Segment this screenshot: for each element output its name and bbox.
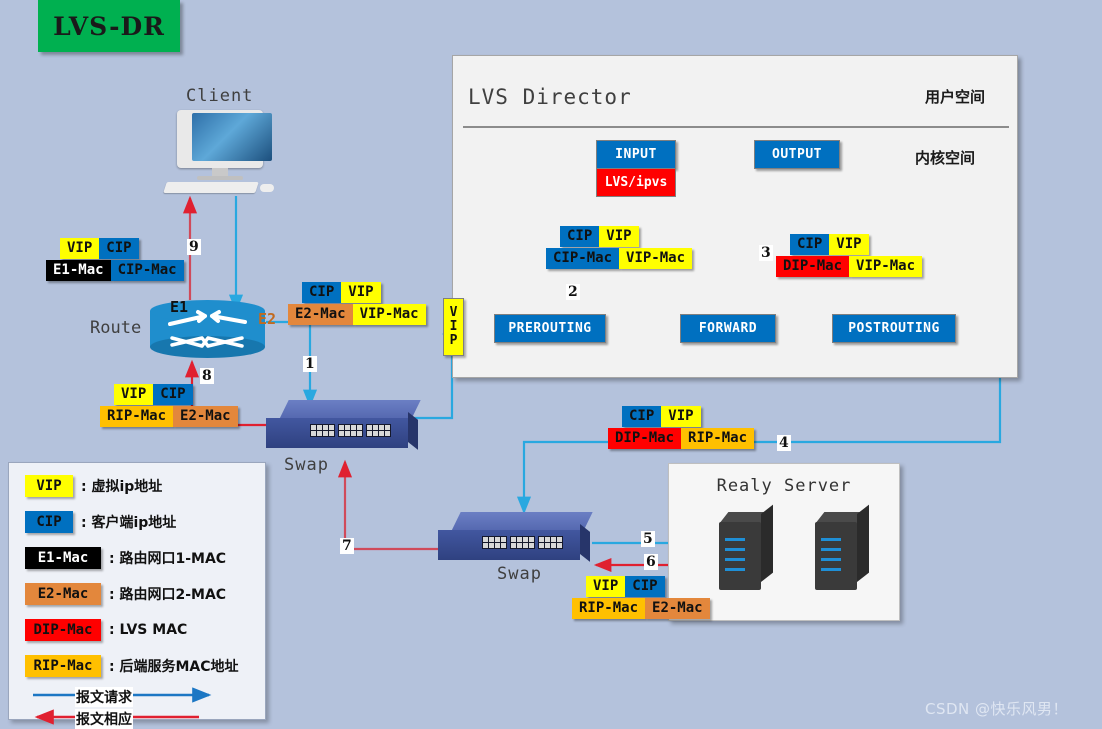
netfilter-postrouting-box[interactable]: POSTROUTING [832, 314, 956, 343]
legend-chip-e1mac: E1-Mac [25, 547, 101, 569]
packet-ip-dst: CIP [153, 384, 193, 405]
switch-2-label: Swap [497, 564, 542, 584]
packet-ip-dst: VIP [599, 226, 639, 247]
step-number-6: 6 [644, 554, 658, 570]
packet-mac-dst: VIP-Mac [849, 256, 923, 277]
step-number-5: 5 [641, 531, 655, 547]
legend-chip-cip: CIP [25, 511, 73, 533]
page-title: LVS-DR [38, 0, 180, 52]
lvs-ipvs-box[interactable]: LVS/ipvs [596, 169, 676, 197]
netfilter-prerouting-box[interactable]: PREROUTING [494, 314, 606, 343]
legend-request-label: 报文请求 [75, 687, 133, 707]
router-interface-e2-label: E2 [258, 310, 277, 328]
legend-chip-ripmac: RIP-Mac [25, 655, 101, 677]
legend-desc-ripmac: : 后端服务MAC地址 [109, 659, 239, 675]
switch-1-icon [266, 400, 421, 452]
netfilter-input-box[interactable]: INPUT [596, 140, 676, 169]
vip-interface-chip: V I P [443, 298, 464, 356]
switch-2-icon [438, 512, 593, 564]
legend-item-vip: VIP : 虚拟ip地址 [25, 475, 162, 497]
router-icon [150, 300, 265, 358]
user-space-label: 用户空间 [925, 88, 986, 106]
legend-item-ripmac: RIP-Mac : 后端服务MAC地址 [25, 655, 239, 677]
legend-item-e1mac: E1-Mac : 路由网口1-MAC [25, 547, 226, 569]
netfilter-output-box[interactable]: OUTPUT [754, 140, 840, 169]
router-label: Route [90, 318, 142, 338]
packet-mac-src: RIP-Mac [572, 598, 646, 619]
packet-ip-src: VIP [60, 238, 100, 259]
packet-mac-src: DIP-Mac [776, 256, 850, 277]
netfilter-forward-box[interactable]: FORWARD [680, 314, 776, 343]
packet-ip-src: VIP [586, 576, 626, 597]
legend-desc-dipmac: : LVS MAC [109, 622, 188, 638]
packet-ip-dst: VIP [829, 234, 869, 255]
packet-ip-dst: VIP [661, 406, 701, 427]
packet-mac-dst: RIP-Mac [681, 428, 755, 449]
client-label: Client [186, 86, 254, 106]
packet-mac-dst: E2-Mac [645, 598, 710, 619]
packet-ip-src: VIP [114, 384, 154, 405]
packet-mac-dst: CIP-Mac [110, 260, 184, 281]
packet-mac-src: E1-Mac [46, 260, 111, 281]
client-computer-icon [163, 110, 275, 195]
vip-letter-v: V [449, 305, 458, 320]
divider [463, 126, 1009, 128]
legend-item-e2mac: E2-Mac : 路由网口2-MAC [25, 583, 226, 605]
server-icon-2 [815, 504, 869, 590]
step-number-7: 7 [340, 538, 354, 554]
legend-desc-cip: : 客户端ip地址 [81, 515, 177, 531]
packet-mac-src: E2-Mac [288, 304, 353, 325]
packet-ip-src: CIP [302, 282, 342, 303]
step-number-9: 9 [187, 239, 201, 255]
legend-chip-dipmac: DIP-Mac [25, 619, 101, 641]
kernel-space-label: 内核空间 [915, 149, 976, 167]
step-number-2: 2 [566, 284, 580, 300]
router-interface-e1-label: E1 [170, 298, 189, 316]
packet-mac-dst: VIP-Mac [352, 304, 426, 325]
csdn-watermark: CSDN @快乐风男！ [925, 700, 1069, 718]
legend-desc-e2mac: : 路由网口2-MAC [109, 587, 227, 603]
packet-ip-src: CIP [622, 406, 662, 427]
packet-ip-dst: CIP [625, 576, 665, 597]
packet-mac-src: CIP-Mac [546, 248, 620, 269]
legend-chip-vip: VIP [25, 475, 73, 497]
realy-server-title: Realy Server [716, 476, 852, 496]
packet-mac-dst: VIP-Mac [619, 248, 693, 269]
legend-panel: VIP : 虚拟ip地址 CIP : 客户端ip地址 E1-Mac : 路由网口… [8, 462, 266, 729]
step-number-1: 1 [303, 356, 317, 372]
packet-mac-src: DIP-Mac [608, 428, 682, 449]
packet-mac-dst: E2-Mac [173, 406, 238, 427]
packet-ip-dst: VIP [341, 282, 381, 303]
legend-item-cip: CIP : 客户端ip地址 [25, 511, 176, 533]
server-icon-1 [719, 504, 773, 590]
legend-item-dipmac: DIP-Mac : LVS MAC [25, 619, 187, 641]
packet-ip-src: CIP [790, 234, 830, 255]
legend-desc-e1mac: : 路由网口1-MAC [109, 551, 227, 567]
step-number-4: 4 [777, 435, 791, 451]
step-number-3: 3 [759, 245, 773, 261]
legend-desc-vip: : 虚拟ip地址 [81, 479, 163, 495]
vip-letter-i: I [449, 319, 458, 334]
legend-response-arrow: 报文相应 [31, 709, 221, 729]
lvs-director-title: LVS Director [468, 85, 632, 109]
vip-letter-p: P [449, 333, 458, 348]
legend-request-arrow: 报文请求 [31, 687, 221, 707]
legend-chip-e2mac: E2-Mac [25, 583, 101, 605]
step-number-8: 8 [200, 368, 214, 384]
packet-mac-src: RIP-Mac [100, 406, 174, 427]
legend-response-label: 报文相应 [75, 709, 133, 729]
switch-1-label: Swap [284, 455, 329, 475]
packet-ip-src: CIP [560, 226, 600, 247]
packet-ip-dst: CIP [99, 238, 139, 259]
